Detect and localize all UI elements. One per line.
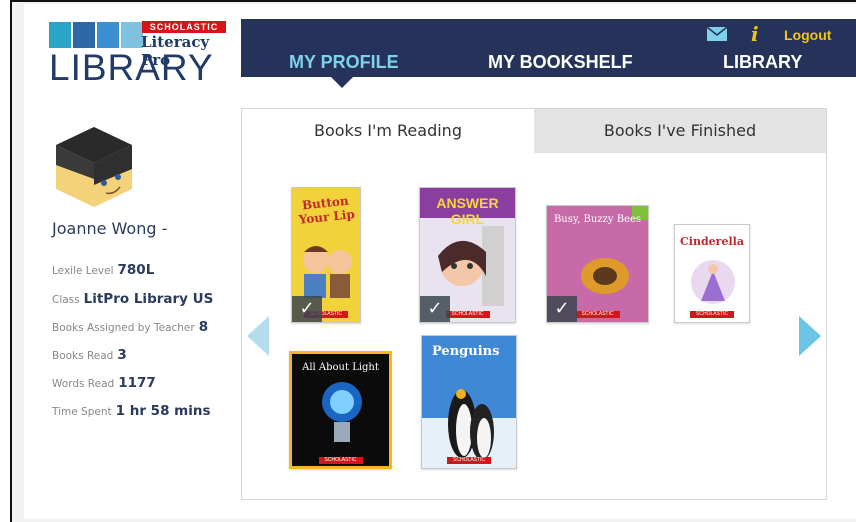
tab-library[interactable]: LIBRARY [723, 52, 802, 73]
scholastic-label: SCHOLASTIC [445, 311, 490, 318]
book-illustration [438, 226, 504, 306]
book-title: Button Your Lip [298, 193, 356, 227]
scholastic-label: SCHOLASTIC [318, 457, 363, 464]
book-title: Cinderella [680, 235, 744, 248]
logo-book-4 [121, 22, 143, 48]
finished-check-icon: ✓ [547, 296, 577, 322]
tab-my-profile[interactable]: MY PROFILE [289, 52, 399, 73]
litpro-library-logo[interactable]: SCHOLASTIC Literacy Pro LIBRARY [49, 20, 229, 88]
book-title: Busy, Buzzy Bees [553, 214, 642, 225]
stat-value: 3 [117, 347, 127, 363]
book-title: Penguins [432, 344, 500, 359]
scholastic-label: SCHOLASTIC [690, 311, 734, 318]
stat-value: 8 [198, 319, 209, 335]
scholastic-label: SCHOLASTIC [575, 311, 620, 318]
finished-check-icon: ✓ [420, 296, 450, 322]
book-illustration [691, 260, 735, 304]
scholastic-label: SCHOLASTIC [447, 457, 491, 464]
penguin-illustration [448, 389, 494, 460]
book-illustration [303, 246, 352, 298]
info-icon[interactable]: i [751, 22, 759, 46]
stat-label: Words Read [52, 378, 115, 390]
book-cover-button-your-lip[interactable]: Button Your Lip SCHOLASTIC ✓ [291, 187, 361, 323]
carousel-next-arrow[interactable] [799, 316, 821, 356]
active-tab-caret [331, 77, 353, 88]
avatar[interactable] [52, 125, 136, 209]
book-cover-busy-buzzy-bees[interactable]: Busy, Buzzy Bees SCHOLASTIC ✓ [546, 205, 649, 323]
book-cover-penguins[interactable]: Penguins SCHOLASTIC [421, 335, 517, 469]
book-title: All About Light [302, 362, 379, 373]
logo-book-2 [73, 22, 95, 48]
stat-label: Books Read [52, 350, 114, 362]
top-nav: MY PROFILE MY BOOKSHELF LIBRARY i Logout [241, 19, 856, 88]
stat-value: 1 hr 58 mins [115, 403, 211, 419]
tab-my-bookshelf[interactable]: MY BOOKSHELF [488, 52, 633, 73]
stat-books-assigned: Books Assigned by Teacher 8 [52, 319, 208, 335]
stat-lexile: Lexile Level 780L [52, 262, 154, 278]
book-cover-cinderella[interactable]: Cinderella SCHOLASTIC [674, 224, 750, 323]
book-illustration [581, 258, 629, 294]
logout-link[interactable]: Logout [784, 27, 831, 43]
book-cover-answer-girl[interactable]: ANSWER GIRL SCHOLASTIC ✓ [419, 187, 516, 323]
stat-value: 780L [117, 262, 155, 278]
books-panel: Books I'm Reading Books I've Finished Bu… [241, 108, 827, 500]
tab-books-reading[interactable]: Books I'm Reading [242, 109, 534, 153]
book-title: ANSWER GIRL [436, 195, 499, 227]
stat-label: Books Assigned by Teacher [52, 322, 195, 334]
stat-books-read: Books Read 3 [52, 347, 127, 363]
lightbulb-icon [322, 382, 362, 442]
profile-name: Joanne Wong - [52, 219, 168, 238]
carousel-prev-arrow[interactable] [247, 316, 269, 356]
logo-library-word: LIBRARY [49, 47, 214, 88]
logo-book-1 [49, 22, 71, 48]
stat-value: LitPro Library US [83, 291, 214, 307]
stat-words-read: Words Read 1177 [52, 375, 156, 391]
stat-class: Class LitPro Library US [52, 291, 213, 307]
stat-label: Lexile Level [52, 265, 114, 277]
stat-label: Time Spent [52, 406, 112, 418]
stat-time-spent: Time Spent 1 hr 58 mins [52, 403, 211, 419]
mail-icon[interactable] [707, 27, 727, 41]
finished-check-icon: ✓ [292, 296, 322, 322]
book-cover-all-about-light[interactable]: All About Light SCHOLASTIC [289, 351, 392, 469]
logo-book-3 [97, 22, 119, 48]
stat-label: Class [52, 294, 80, 306]
tab-books-finished[interactable]: Books I've Finished [534, 109, 826, 153]
stat-value: 1177 [118, 375, 156, 391]
scholastic-badge: SCHOLASTIC [142, 21, 226, 33]
